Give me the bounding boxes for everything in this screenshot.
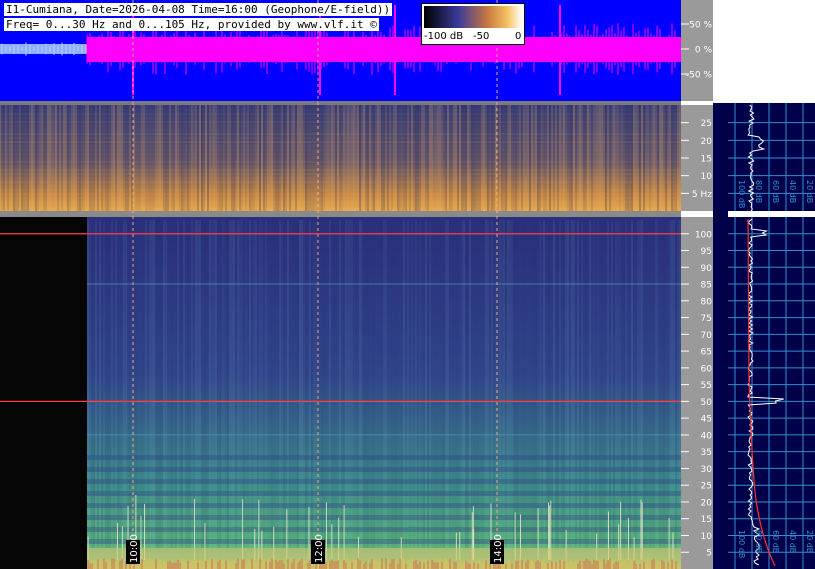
axis-tick-label: 75 [701, 314, 712, 324]
axis-tick-label: -50 % [686, 71, 713, 81]
panel-separator-2 [0, 211, 681, 217]
axis-tick-label: 15 [701, 515, 712, 525]
panel-separator [0, 101, 681, 105]
axis-tick-label: 25 [701, 482, 712, 492]
spectrogram-bottom-floor [87, 548, 681, 569]
axis-tick-label: 0 % [695, 46, 713, 56]
axis-tick-label: 45 [701, 415, 712, 425]
axis-tick-label: 65 [701, 348, 712, 358]
axis-tick-label: 20 [701, 498, 713, 508]
axis-tick-label: 100 [695, 230, 712, 240]
header-line-1: I1-Cumiana, Date=2026-04-08 Time=16:00 (… [4, 3, 393, 16]
axis-separator [681, 101, 713, 105]
profile-bottom-db-label: 100 dB [737, 530, 746, 558]
profile-top-db-label: 80 dB [754, 180, 763, 203]
time-marker-label: 14:00 [493, 534, 504, 563]
axis-tick-label: 55 [701, 381, 712, 391]
spectrogram-chart: 10:00 12:00 14:00 50 % 0 % -50 % 25 20 15 10 5 Hz… [0, 0, 815, 569]
time-marker-label: 10:00 [129, 534, 140, 563]
colorbar-label-mid: -50 [473, 31, 490, 42]
profile-left-strip [713, 103, 728, 569]
axis-tick-label: 50 [701, 398, 713, 408]
time-marker-label: 12:00 [314, 534, 325, 563]
profile-top-db-label: 20 dB [805, 180, 814, 203]
axis-tick-label: 95 [701, 247, 712, 257]
axis-tick-label: 85 [701, 281, 712, 291]
axis-tick-label: 25 [701, 119, 712, 129]
axis-tick-label: 50 % [689, 21, 712, 31]
axis-tick-label: 5 Hz [692, 190, 712, 200]
axis-tick-label: 10 [701, 172, 713, 182]
profile-blank [713, 0, 815, 101]
header-line-2: Freq= 0...30 Hz and 0...105 Hz, provided… [4, 18, 379, 31]
colorbar-label-max: 0 [515, 31, 522, 42]
profile-top-db-label: 40 dB [788, 180, 797, 203]
axis-tick-label: 20 [701, 137, 713, 147]
axis-tick-label: 80 [701, 297, 713, 307]
profile-bottom-panel [728, 217, 815, 569]
axis-tick-label: 60 [701, 364, 713, 374]
colorbar-box: -100 dB -50 0 [421, 3, 525, 45]
spectrogram-no-data [0, 217, 87, 569]
axis-tick-label: 30 [701, 465, 713, 475]
colorbar-gradient [424, 6, 522, 28]
profile-top-db-label: 100 dB [737, 180, 746, 208]
colorbar-label-min: -100 dB [424, 31, 464, 42]
profile-top-db-label: 60 dB [771, 180, 780, 203]
axis-separator-2 [681, 211, 713, 217]
profile-bottom-db-label: 40 dB [788, 530, 797, 553]
axis-tick-label: 90 [701, 264, 713, 274]
axis-tick-label: 15 [701, 155, 712, 165]
axis-tick-label: 40 [701, 431, 713, 441]
axis-tick-label: 70 [701, 331, 713, 341]
axis-tick-label: 35 [701, 448, 712, 458]
axis-tick-label: 5 [706, 549, 712, 559]
spectrogram-bottom-streaks [87, 220, 681, 569]
profile-bottom-db-label: 80 dB [754, 530, 763, 553]
profile-bottom-db-label: 60 dB [771, 530, 780, 553]
profile-bottom-db-label: 20 dB [805, 530, 814, 553]
axis-tick-label: 10 [701, 532, 713, 542]
vlf-spectrogram-screen: 10:00 12:00 14:00 50 % 0 % -50 % 25 20 15 10 5 Hz… [0, 0, 815, 569]
